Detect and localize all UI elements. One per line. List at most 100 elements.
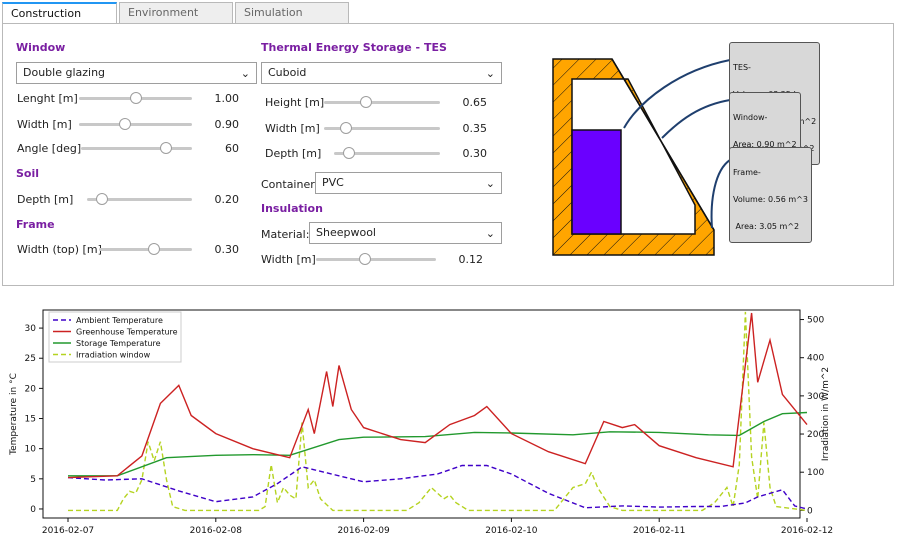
slider-track	[79, 123, 192, 126]
slider-handle[interactable]	[339, 122, 352, 134]
window-width-value: 0.90	[214, 118, 240, 131]
slider-handle[interactable]	[360, 96, 373, 108]
window-section-title: Window	[16, 41, 66, 54]
container-label: Container:	[261, 178, 319, 191]
x-tick-label: 2016-02-10	[485, 526, 538, 536]
tes-height-label: Height [m]	[265, 96, 325, 109]
y2-tick-label: 400	[807, 354, 824, 364]
window-angle-value: 60	[225, 142, 239, 155]
slider-track	[99, 248, 192, 251]
y-tick-label: 0	[30, 505, 36, 515]
window-callout-arrow	[661, 99, 731, 139]
legend-label: Greenhouse Temperature	[76, 328, 178, 337]
chevron-down-icon: ⌄	[485, 227, 495, 240]
y2-axis-label: Irradiation in W/m^2	[821, 367, 831, 461]
x-tick-label: 2016-02-07	[42, 526, 94, 536]
tes-callout-line: TES-	[733, 63, 751, 72]
window-angle-label: Angle [deg]	[17, 142, 82, 155]
window-length-slider[interactable]	[79, 91, 192, 105]
frame-callout: Frame- Volume: 0.56 m^3 Area: 3.05 m^2	[729, 147, 812, 243]
series-line-3	[68, 411, 808, 477]
insulation-width-slider[interactable]	[316, 252, 436, 266]
slider-handle[interactable]	[129, 92, 142, 104]
y-tick-label: 20	[25, 384, 37, 394]
tes-width-value: 0.35	[462, 122, 488, 135]
slider-handle[interactable]	[96, 193, 109, 205]
soil-depth-slider[interactable]	[87, 192, 192, 206]
series-line-1	[67, 464, 808, 510]
material-select[interactable]: Sheepwool ⌄	[309, 222, 502, 244]
window-callout-line: Window-	[733, 113, 768, 122]
chevron-down-icon: ⌄	[485, 67, 495, 80]
frame-width-label: Width (top) [m]	[17, 243, 102, 256]
frame-width-slider[interactable]	[99, 242, 192, 256]
tab-environment[interactable]: Environment	[119, 2, 233, 24]
y-tick-label: 15	[25, 415, 36, 425]
tes-block	[571, 129, 622, 235]
soil-depth-value: 0.20	[214, 193, 240, 206]
slider-track	[81, 147, 192, 150]
slider-handle[interactable]	[343, 147, 356, 159]
frame-callout-line: Volume: 0.56 m^3	[733, 195, 808, 204]
insulation-section-title: Insulation	[261, 202, 323, 215]
x-tick-label: 2016-02-12	[781, 526, 833, 536]
container-value: PVC	[322, 176, 344, 189]
y2-tick-label: 100	[807, 468, 824, 478]
tes-callout-arrow	[623, 59, 731, 129]
tes-depth-label: Depth [m]	[265, 147, 322, 160]
material-value: Sheepwool	[316, 226, 376, 239]
frame-callout-arrow	[710, 159, 731, 229]
slider-handle[interactable]	[160, 142, 173, 154]
y-tick-label: 10	[25, 445, 37, 455]
container-select[interactable]: PVC ⌄	[315, 172, 502, 194]
legend-label: Storage Temperature	[76, 339, 161, 348]
material-label: Material:	[261, 228, 310, 241]
frame-width-value: 0.30	[214, 243, 240, 256]
x-tick-label: 2016-02-11	[633, 526, 685, 536]
temperature-chart: 05101520253001002003004005002016-02-07 20…	[9, 309, 833, 536]
y2-tick-label: 500	[807, 316, 824, 326]
insulation-width-value: 0.12	[458, 253, 484, 266]
tes-height-slider[interactable]	[324, 95, 440, 109]
x-tick-label: 2016-02-09	[337, 526, 390, 536]
soil-depth-label: Depth [m]	[17, 193, 74, 206]
slider-track	[324, 101, 440, 104]
y-tick-label: 5	[30, 475, 36, 485]
tes-shape-value: Cuboid	[268, 66, 307, 79]
window-length-label: Lenght [m]	[17, 92, 78, 105]
tes-depth-slider[interactable]	[334, 146, 440, 160]
tes-section-title: Thermal Energy Storage - TES	[261, 41, 447, 54]
chevron-down-icon: ⌄	[485, 177, 495, 190]
insulation-width-label: Width [m]	[261, 253, 316, 266]
window-width-slider[interactable]	[79, 117, 192, 131]
slider-track	[316, 258, 436, 261]
window-type-value: Double glazing	[23, 66, 106, 79]
tab-construction[interactable]: Construction	[2, 2, 117, 25]
window-type-select[interactable]: Double glazing ⌄	[16, 62, 257, 84]
slider-handle[interactable]	[147, 243, 160, 255]
y-tick-label: 25	[25, 354, 36, 364]
tes-width-label: Width [m]	[265, 122, 320, 135]
tes-depth-value: 0.30	[462, 147, 488, 160]
x-tick-label: 2016-02-08	[190, 526, 243, 536]
tab-simulation[interactable]: Simulation	[235, 2, 349, 24]
tab-bar: Construction Environment Simulation	[2, 2, 351, 25]
frame-section-title: Frame	[16, 218, 55, 231]
legend-label: Ambient Temperature	[76, 316, 163, 325]
window-angle-slider[interactable]	[81, 141, 192, 155]
legend-label: Irradiation window	[76, 351, 151, 360]
slider-handle[interactable]	[359, 253, 372, 265]
frame-callout-line: Frame-	[733, 168, 761, 177]
slider-handle[interactable]	[119, 118, 132, 130]
chevron-down-icon: ⌄	[240, 67, 250, 80]
tes-width-slider[interactable]	[324, 121, 440, 135]
tes-shape-select[interactable]: Cuboid ⌄	[261, 62, 502, 84]
window-length-value: 1.00	[214, 92, 240, 105]
tes-height-value: 0.65	[462, 96, 488, 109]
y-tick-label: 30	[25, 324, 37, 334]
y-axis-label: Temperature in °C	[9, 373, 19, 456]
soil-section-title: Soil	[16, 167, 40, 180]
y2-tick-label: 0	[807, 506, 813, 516]
window-glass	[611, 58, 715, 231]
frame-callout-line: Area: 3.05 m^2	[733, 222, 800, 231]
